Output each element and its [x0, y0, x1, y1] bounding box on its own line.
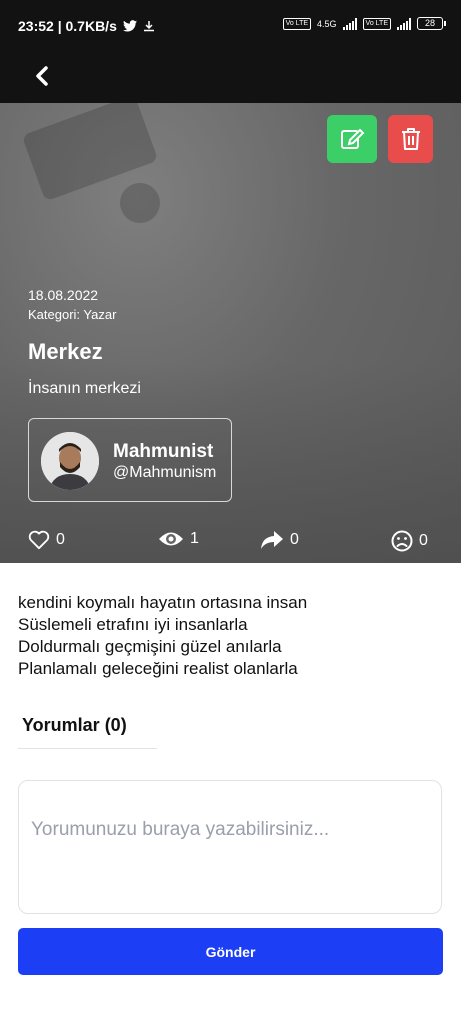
views-stat: 1	[158, 530, 199, 548]
post-header-image: 18.08.2022 Kategori: Yazar Merkez İnsanı…	[0, 103, 461, 563]
comments-title: Yorumlar (0)	[22, 715, 127, 735]
network-type: 4.5G	[317, 18, 337, 29]
eye-icon	[159, 532, 183, 546]
share-count: 0	[290, 531, 299, 548]
battery-icon: 28	[417, 17, 446, 30]
post-subtitle: İnsanın merkezi	[28, 380, 141, 397]
author-handle: @Mahmunism	[113, 464, 217, 481]
status-left: 23:52 | 0.7KB/s	[18, 18, 155, 34]
post-body-line: Doldurmalı geçmişini güzel anılarla	[18, 637, 282, 656]
app-bar	[0, 52, 461, 103]
post-body-line: Planlamalı geleceğini realist olanlarla	[18, 659, 298, 678]
sad-face-icon	[391, 530, 413, 552]
comments-divider	[18, 748, 157, 749]
share-icon	[261, 531, 283, 549]
edit-icon	[341, 128, 365, 149]
heart-icon	[28, 530, 50, 550]
status-right: Vo LTE 4.5G Vo LTE 28	[282, 17, 446, 30]
delete-button[interactable]	[388, 115, 433, 163]
like-count: 0	[56, 531, 65, 548]
post-title: Merkez	[28, 339, 103, 364]
post-body-line: Süslemeli etrafını iyi insanlarla	[18, 615, 248, 634]
volte-badge-2: Vo LTE	[362, 17, 391, 30]
dislike-count: 0	[419, 532, 428, 549]
status-bar: 23:52 | 0.7KB/s Vo LTE 4.5G Vo LTE 28	[0, 0, 461, 52]
dislike-button[interactable]: 0	[391, 530, 428, 552]
comment-box	[18, 780, 442, 914]
status-time-speed: 23:52 | 0.7KB/s	[18, 18, 117, 34]
view-count: 1	[190, 530, 199, 547]
chevron-left-icon	[36, 66, 48, 86]
back-button[interactable]	[28, 62, 56, 90]
post-date: 18.08.2022	[28, 287, 99, 303]
post-body: kendini koymalı hayatın ortasına insan S…	[18, 592, 448, 680]
signal-icon-2	[397, 17, 411, 30]
post-body-line: kendini koymalı hayatın ortasına insan	[18, 593, 308, 612]
twitter-icon	[122, 20, 137, 32]
avatar	[41, 432, 99, 490]
share-button[interactable]: 0	[260, 530, 299, 550]
author-name: Mahmunist	[113, 441, 214, 462]
trash-icon	[401, 128, 420, 150]
post-category: Kategori: Yazar	[28, 307, 117, 322]
like-button[interactable]: 0	[28, 530, 65, 550]
download-icon	[143, 21, 154, 32]
volte-badge: Vo LTE	[282, 17, 312, 30]
signal-icon	[342, 17, 357, 30]
hero-shadow-2	[120, 183, 160, 223]
send-button[interactable]: Gönder	[18, 928, 443, 975]
comment-input[interactable]	[19, 781, 441, 913]
author-card[interactable]: Mahmunist @Mahmunism	[28, 418, 232, 502]
edit-button[interactable]	[327, 115, 377, 163]
